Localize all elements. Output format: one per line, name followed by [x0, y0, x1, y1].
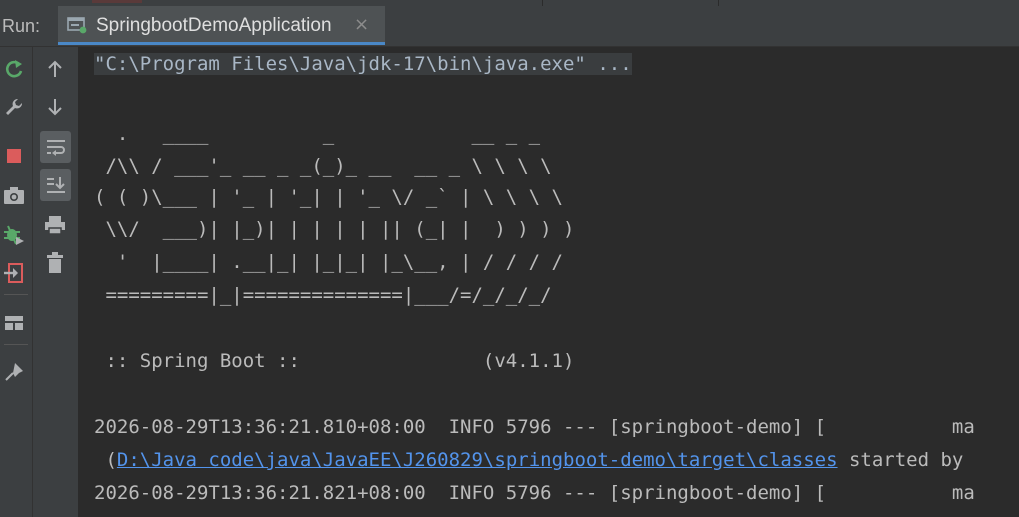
- camera-icon[interactable]: [0, 181, 28, 209]
- debug-bug-icon[interactable]: [0, 221, 28, 249]
- close-icon[interactable]: ×: [354, 14, 369, 35]
- scroll-to-end-icon[interactable]: [40, 169, 71, 201]
- tab-springboot-demo-application[interactable]: SpringbootDemoApplication ×: [58, 6, 385, 45]
- run-label: Run:: [2, 16, 41, 36]
- log-suffix: started by: [837, 449, 964, 471]
- log-line: 2026-08-29T13:36:21.810+08:00 INFO 5796 …: [94, 416, 975, 438]
- exit-icon[interactable]: [0, 259, 28, 287]
- trash-icon[interactable]: [41, 249, 69, 277]
- banner-line: . ____ _ __ _ _: [94, 123, 541, 145]
- run-tool-window: Run: SpringbootDemoApplication × "C:\Pro…: [0, 0, 1019, 517]
- stop-icon[interactable]: [0, 142, 28, 170]
- divider: [4, 294, 28, 295]
- run-actions-toolbar: [0, 47, 33, 517]
- console-output[interactable]: "C:\Program Files\Java\jdk-17\bin\java.e…: [79, 47, 1019, 517]
- layout-icon[interactable]: [0, 309, 28, 337]
- banner-line: /\\ / ___'_ __ _ _(_)_ __ __ _ \ \ \ \: [94, 155, 552, 177]
- soft-wrap-icon[interactable]: [40, 131, 71, 163]
- print-icon[interactable]: [41, 211, 69, 239]
- divider: [4, 344, 28, 345]
- run-header: Run: SpringbootDemoApplication ×: [0, 6, 1019, 47]
- classes-path-link[interactable]: D:\Java code\java\JavaEE\J260829\springb…: [117, 449, 838, 471]
- arrow-down-icon[interactable]: [41, 93, 69, 121]
- banner-line: ' |____| .__|_| |_|_| |_\__, | / / / /: [94, 251, 563, 273]
- wrench-icon[interactable]: [0, 93, 28, 121]
- log-prefix: (: [94, 449, 117, 471]
- tab-label: SpringbootDemoApplication: [96, 15, 332, 36]
- run-config-icon: [67, 16, 87, 34]
- arrow-up-icon[interactable]: [41, 55, 69, 83]
- command-line: "C:\Program Files\Java\jdk-17\bin\java.e…: [94, 53, 632, 75]
- banner-line: =========|_|==============|___/=/_/_/_/: [94, 284, 552, 306]
- rerun-icon[interactable]: [0, 55, 28, 83]
- console-actions-toolbar: [33, 47, 79, 517]
- log-line-continuation: (D:\Java code\java\JavaEE\J260829\spring…: [94, 449, 963, 471]
- banner-line: ( ( )\___ | '_ | '_| | '_ \/ _` | \ \ \ …: [94, 186, 563, 208]
- editor-tab-remnant: [92, 0, 142, 3]
- log-line: 2026-08-29T13:36:21.821+08:00 INFO 5796 …: [94, 482, 975, 504]
- banner-line: \\/ ___)| |_)| | | | | || (_| | ) ) ) ): [94, 218, 575, 240]
- spring-boot-version-line: :: Spring Boot :: (v4.1.1): [94, 350, 575, 372]
- pin-icon[interactable]: [0, 358, 28, 386]
